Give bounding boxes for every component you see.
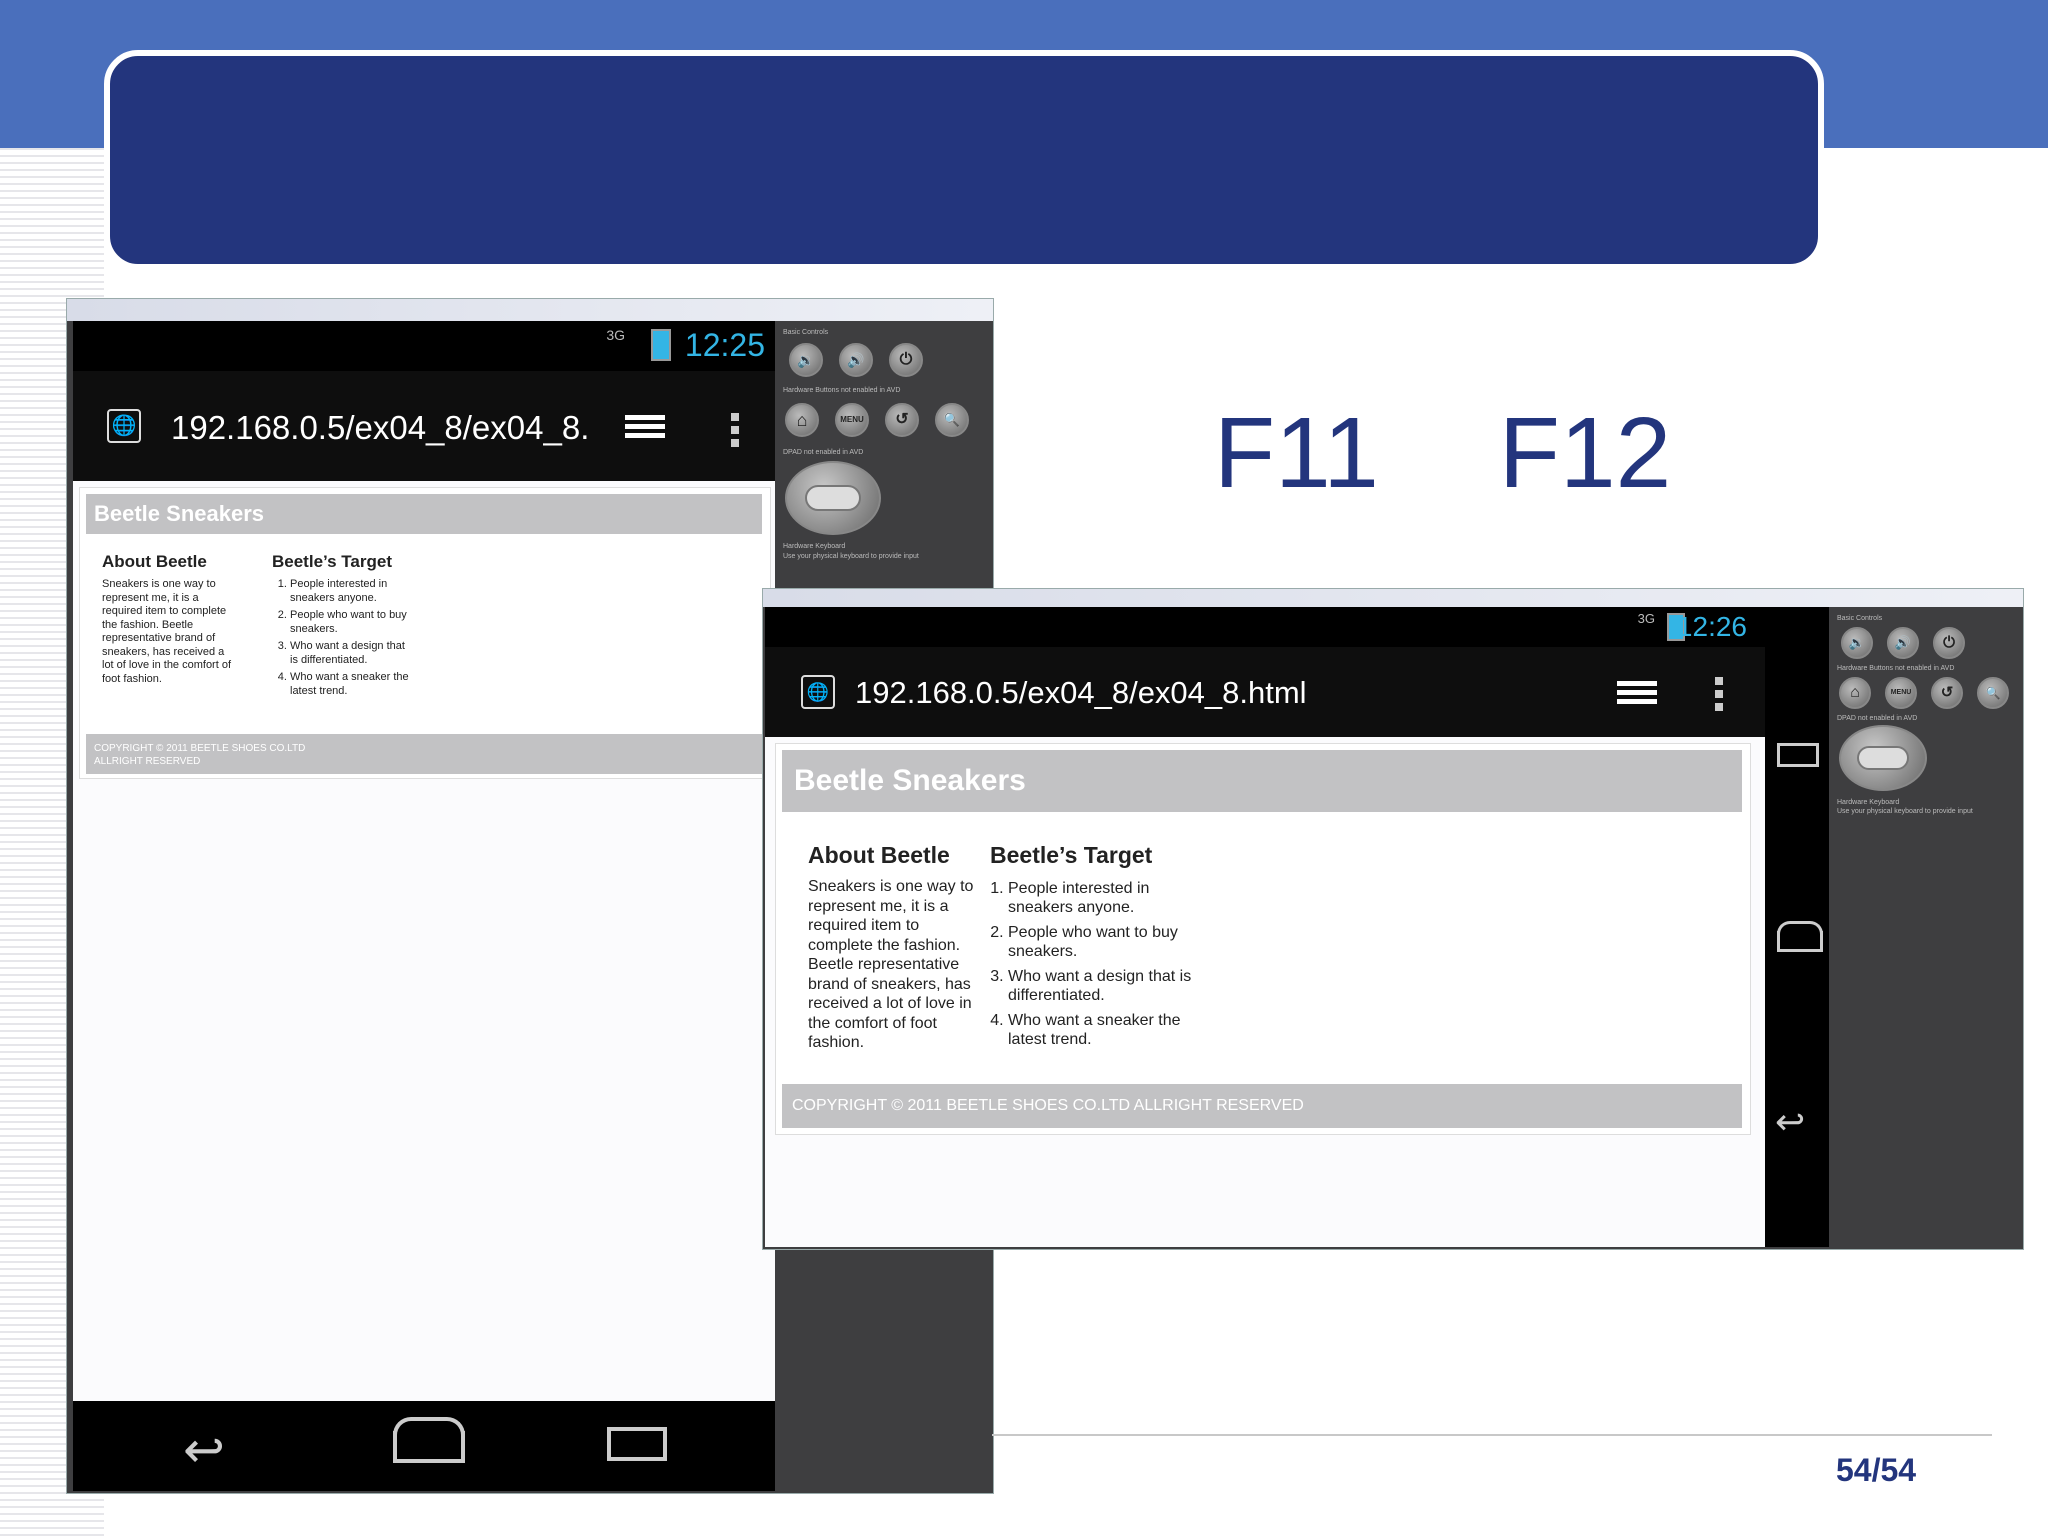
target-section: Beetle’s Target People interested in sne…: [272, 552, 412, 702]
target-section: Beetle’s Target People interested in sne…: [990, 842, 1200, 1055]
volume-down-button[interactable]: 🔉: [1841, 627, 1873, 659]
globe-icon: 🌐: [107, 409, 141, 443]
list-item: Who want a sneaker the latest trend.: [290, 671, 412, 698]
about-text: Sneakers is one way to represent me, it …: [102, 578, 232, 685]
target-title: Beetle’s Target: [990, 842, 1153, 868]
footer-line: COPYRIGHT © 2011 BEETLE SHOES CO.LTD: [94, 743, 306, 754]
dpad-control[interactable]: [785, 461, 881, 535]
volume-up-button[interactable]: 🔊: [1887, 627, 1919, 659]
list-item: Who want a design that is differentiated…: [290, 640, 412, 667]
home-button[interactable]: ⌂: [785, 403, 819, 437]
status-clock: 12:25: [684, 327, 765, 363]
battery-icon: [651, 329, 671, 361]
keyboard-label: Hardware Keyboard: [1837, 799, 1900, 806]
volume-down-button[interactable]: 🔉: [789, 343, 823, 377]
keyboard-label: Hardware Keyboard: [783, 543, 846, 550]
emulator-window-landscape: 3G 12:26 🌐 192.168.0.5/ex04_8/ex04_8.htm…: [762, 588, 2024, 1250]
emulator-controls-panel: Basic Controls 🔉 🔊 ⏻ Hardware Buttons no…: [1829, 607, 2021, 847]
search-button[interactable]: 🔍: [935, 403, 969, 437]
site-footer: COPYRIGHT © 2011 BEETLE SHOES CO.LTD ALL…: [86, 734, 762, 774]
device-screen: 3G 12:25 🌐 192.168.0.5/ex04_8/ex04_8. Be…: [73, 321, 775, 1491]
keyboard-sublabel: Use your physical keyboard to provide in…: [783, 553, 919, 560]
site-header: Beetle Sneakers: [86, 494, 762, 534]
dpad-label: DPAD not enabled in AVD: [783, 449, 864, 456]
about-title: About Beetle: [102, 552, 207, 571]
hardware-buttons-label: Hardware Buttons not enabled in AVD: [783, 387, 901, 394]
browser-url-bar: 🌐 192.168.0.5/ex04_8/ex04_8.html: [765, 647, 1765, 737]
target-title: Beetle’s Target: [272, 552, 392, 571]
menu-button[interactable]: MENU: [1885, 677, 1917, 709]
power-button[interactable]: ⏻: [889, 343, 923, 377]
about-text: Sneakers is one way to represent me, it …: [808, 878, 974, 1051]
slide-title-box: [104, 50, 1824, 270]
home-icon[interactable]: [1777, 921, 1823, 952]
list-item: People interested in sneakers anyone.: [1008, 879, 1200, 917]
emulator-controls-panel: Basic Controls 🔉 🔊 ⏻ Hardware Buttons no…: [775, 321, 991, 581]
recent-apps-icon[interactable]: [607, 1427, 667, 1461]
emulator-title-strip: [763, 589, 2023, 607]
about-title: About Beetle: [808, 842, 950, 868]
target-list: People interested in sneakers anyone. Pe…: [272, 578, 412, 698]
f12-label: F12: [1498, 397, 1672, 509]
hardware-buttons-label: Hardware Buttons not enabled in AVD: [1837, 665, 1955, 672]
home-icon[interactable]: [393, 1417, 465, 1463]
dpad-label: DPAD not enabled in AVD: [1837, 715, 1918, 722]
back-icon[interactable]: ↩: [183, 1421, 225, 1479]
network-indicator: 3G: [606, 327, 625, 343]
site-footer: COPYRIGHT © 2011 BEETLE SHOES CO.LTD ALL…: [782, 1084, 1742, 1128]
status-clock: 12:26: [1676, 611, 1747, 642]
globe-icon: 🌐: [801, 675, 835, 709]
device-screen: 3G 12:26 🌐 192.168.0.5/ex04_8/ex04_8.htm…: [765, 607, 1829, 1247]
about-section: About Beetle Sneakers is one way to repr…: [102, 552, 232, 686]
tabs-icon[interactable]: [625, 415, 665, 445]
footer-divider: [992, 1434, 1992, 1436]
basic-controls-label: Basic Controls: [783, 329, 829, 336]
dpad-control[interactable]: [1839, 725, 1927, 791]
menu-button[interactable]: MENU: [835, 403, 869, 437]
list-item: People interested in sneakers anyone.: [290, 578, 412, 605]
web-page: Beetle Sneakers About Beetle Sneakers is…: [79, 487, 771, 779]
fkeys-label: F11 F12: [1214, 398, 1714, 508]
keyboard-sublabel: Use your physical keyboard to provide in…: [1837, 808, 1973, 815]
back-icon[interactable]: ↩: [1775, 1101, 1805, 1143]
search-button[interactable]: 🔍: [1977, 677, 2009, 709]
url-field[interactable]: 192.168.0.5/ex04_8/ex04_8.: [171, 409, 589, 447]
list-item: People who want to buy sneakers.: [1008, 923, 1200, 961]
web-page: Beetle Sneakers About Beetle Sneakers is…: [775, 743, 1751, 1135]
emulator-title-strip: [67, 299, 993, 321]
site-header: Beetle Sneakers: [782, 750, 1742, 812]
target-list: People interested in sneakers anyone. Pe…: [990, 879, 1200, 1049]
status-bar: 3G 12:26: [765, 607, 1765, 647]
back-button[interactable]: ↺: [885, 403, 919, 437]
overflow-menu-icon[interactable]: [731, 413, 739, 452]
power-button[interactable]: ⏻: [1933, 627, 1965, 659]
tabs-icon[interactable]: [1617, 681, 1657, 711]
browser-url-bar: 🌐 192.168.0.5/ex04_8/ex04_8.: [73, 371, 775, 481]
overflow-menu-icon[interactable]: [1715, 677, 1723, 716]
home-button[interactable]: ⌂: [1839, 677, 1871, 709]
footer-line: ALLRIGHT RESERVED: [94, 756, 201, 767]
page-number: 54/54: [1836, 1452, 1917, 1488]
nav-bar: ↩: [73, 1401, 775, 1491]
basic-controls-label: Basic Controls: [1837, 615, 1883, 622]
f11-label: F11: [1214, 397, 1379, 509]
url-field[interactable]: 192.168.0.5/ex04_8/ex04_8.html: [855, 675, 1307, 711]
back-button[interactable]: ↺: [1931, 677, 1963, 709]
network-indicator: 3G: [1637, 611, 1655, 626]
list-item: Who want a design that is differentiated…: [1008, 967, 1200, 1005]
list-item: Who want a sneaker the latest trend.: [1008, 1011, 1200, 1049]
list-item: People who want to buy sneakers.: [290, 609, 412, 636]
about-section: About Beetle Sneakers is one way to repr…: [808, 842, 988, 1053]
status-bar: 3G 12:25: [73, 321, 775, 371]
volume-up-button[interactable]: 🔊: [839, 343, 873, 377]
recent-apps-icon[interactable]: [1777, 743, 1819, 767]
nav-bar: ↩: [1765, 607, 1829, 1247]
